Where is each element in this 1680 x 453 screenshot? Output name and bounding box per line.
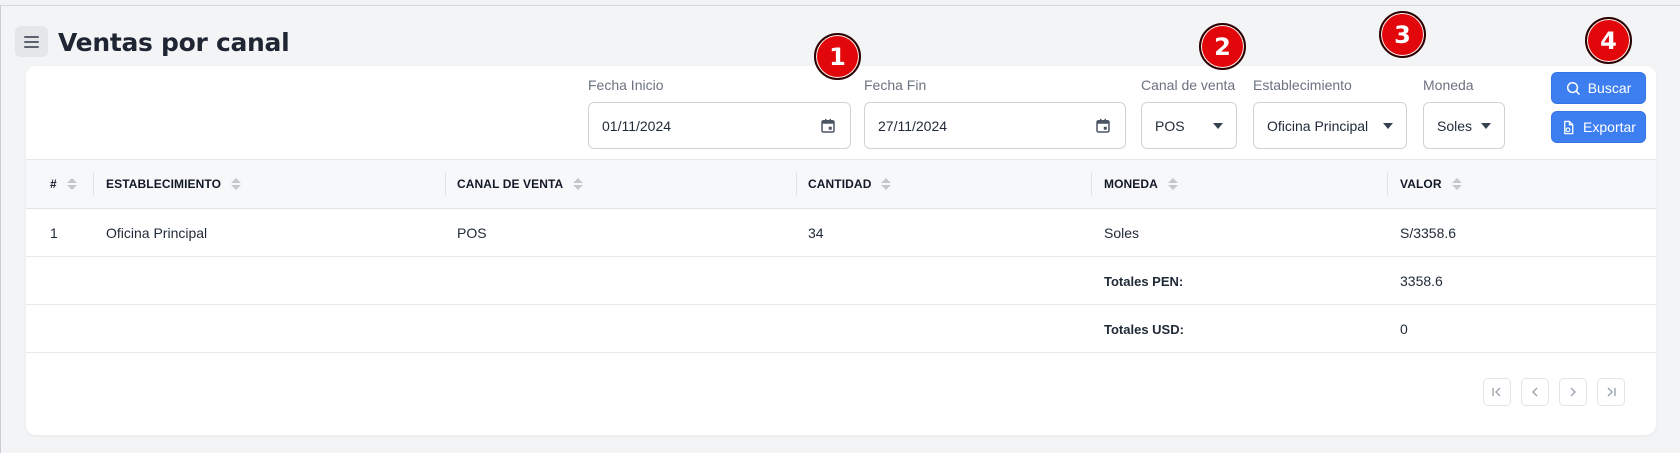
last-page-icon <box>1607 387 1616 397</box>
annotation-marker-2: 2 <box>1199 23 1246 70</box>
chevron-down-icon <box>1383 122 1393 129</box>
sort-icon[interactable] <box>231 178 242 190</box>
annotation-marker-1: 1 <box>814 33 861 80</box>
hamburger-icon <box>24 35 39 38</box>
sort-icon[interactable] <box>1451 178 1462 190</box>
annotation-marker-4: 4 <box>1585 17 1632 64</box>
column-header-number[interactable]: # <box>50 160 77 208</box>
establecimiento-select[interactable]: Oficina Principal <box>1253 102 1407 149</box>
calendar-icon[interactable] <box>1094 117 1112 135</box>
column-header-moneda[interactable]: MONEDA <box>1104 160 1178 208</box>
table-row[interactable]: 1 Oficina Principal POS 34 Soles S/3358.… <box>26 209 1656 257</box>
last-page-button[interactable] <box>1597 378 1625 406</box>
chevron-down-icon <box>1213 122 1223 129</box>
establecimiento-label: Establecimiento <box>1253 77 1352 93</box>
fecha-inicio-input[interactable]: 01/11/2024 <box>588 102 851 149</box>
first-page-icon <box>1492 387 1501 397</box>
annotation-marker-3: 3 <box>1379 11 1426 58</box>
next-page-icon <box>1570 387 1576 397</box>
exportar-button[interactable]: Exportar <box>1551 111 1646 143</box>
sort-icon[interactable] <box>881 178 892 190</box>
sort-icon[interactable] <box>573 178 584 190</box>
canal-venta-select[interactable]: POS <box>1141 102 1237 149</box>
canal-venta-label: Canal de venta <box>1141 77 1236 93</box>
column-header-canal[interactable]: CANAL DE VENTA <box>457 160 584 208</box>
fecha-inicio-label: Fecha Inicio <box>588 77 664 93</box>
chevron-down-icon <box>1481 122 1491 129</box>
report-card: Fecha Inicio 01/11/2024 Fecha Fin 27/11/… <box>26 66 1656 435</box>
buscar-button[interactable]: Buscar <box>1551 72 1646 104</box>
fecha-fin-label: Fecha Fin <box>864 77 927 93</box>
totals-row-pen: Totales PEN: 3358.6 <box>26 257 1656 305</box>
search-icon <box>1566 81 1580 95</box>
next-page-button[interactable] <box>1559 378 1587 406</box>
table-header: # ESTABLECIMIENTO CANAL DE VENTA CANTIDA… <box>26 159 1656 209</box>
moneda-label: Moneda <box>1423 77 1474 93</box>
page-title: Ventas por canal <box>58 28 290 57</box>
filters-bar: Fecha Inicio 01/11/2024 Fecha Fin 27/11/… <box>26 66 1656 159</box>
prev-page-button[interactable] <box>1521 378 1549 406</box>
column-header-establecimiento[interactable]: ESTABLECIMIENTO <box>106 160 242 208</box>
menu-toggle-button[interactable] <box>15 26 48 57</box>
moneda-select[interactable]: Soles <box>1423 102 1505 149</box>
fecha-fin-input[interactable]: 27/11/2024 <box>864 102 1126 149</box>
calendar-icon[interactable] <box>819 117 837 135</box>
first-page-button[interactable] <box>1483 378 1511 406</box>
totals-row-usd: Totales USD: 0 <box>26 305 1656 353</box>
export-file-icon <box>1564 120 1574 134</box>
column-header-valor[interactable]: VALOR <box>1400 160 1462 208</box>
sort-icon[interactable] <box>66 178 77 190</box>
sort-icon[interactable] <box>1167 178 1178 190</box>
prev-page-icon <box>1532 387 1538 397</box>
column-header-cantidad[interactable]: CANTIDAD <box>808 160 892 208</box>
